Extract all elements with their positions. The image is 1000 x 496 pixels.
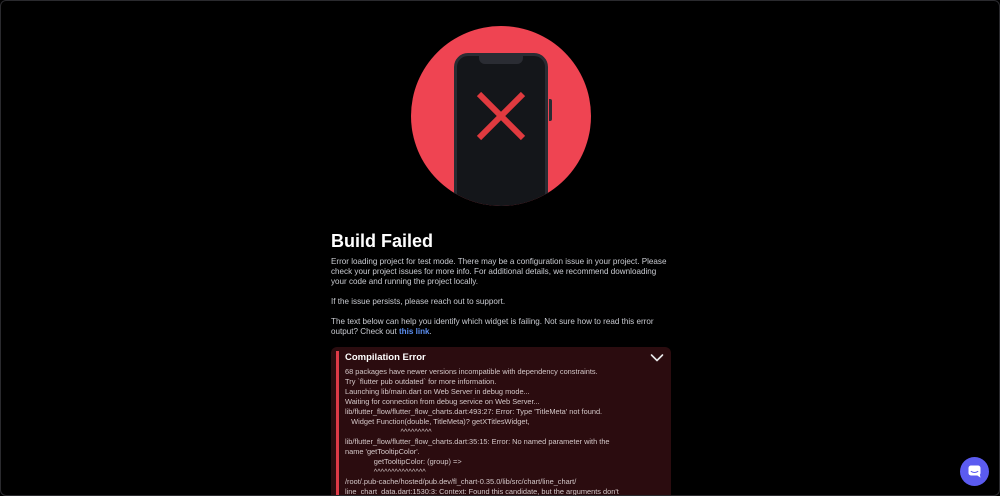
phone-notch bbox=[479, 56, 523, 64]
help-text: The text below can help you identify whi… bbox=[331, 317, 671, 337]
compilation-error-panel: Compilation Error 68 packages have newer… bbox=[331, 347, 671, 496]
phone-illustration bbox=[454, 53, 548, 206]
help-link[interactable]: this link bbox=[399, 327, 430, 336]
chat-icon bbox=[968, 465, 981, 478]
build-failed-content: Build Failed Error loading project for t… bbox=[331, 229, 671, 336]
error-accent-bar bbox=[336, 351, 339, 495]
help-text-lead: The text below can help you identify whi… bbox=[331, 317, 654, 336]
page-title: Build Failed bbox=[331, 231, 434, 251]
phone-error-icon bbox=[411, 26, 591, 206]
chat-button[interactable] bbox=[960, 457, 989, 486]
error-log: 68 packages have newer versions incompat… bbox=[345, 367, 619, 496]
error-x-icon bbox=[476, 91, 526, 141]
chevron-down-icon[interactable] bbox=[650, 353, 664, 363]
help-text-end: . bbox=[429, 327, 432, 336]
error-description: Error loading project for test mode. The… bbox=[331, 257, 667, 286]
support-note: If the issue persists, please reach out … bbox=[331, 297, 506, 306]
error-title: Compilation Error bbox=[345, 352, 426, 363]
app-window: Build Failed Error loading project for t… bbox=[0, 0, 1000, 496]
phone-side-button bbox=[549, 99, 552, 121]
